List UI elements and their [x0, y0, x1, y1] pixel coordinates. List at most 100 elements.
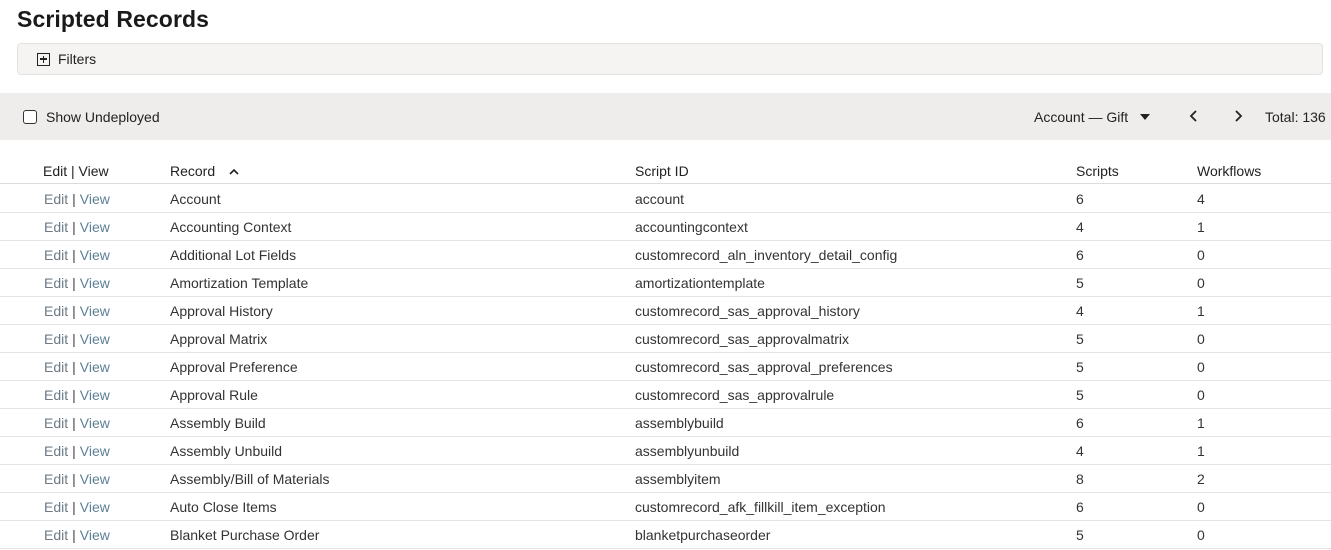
edit-view-links: Edit | View [44, 499, 110, 515]
sort-ascending-icon [229, 169, 239, 175]
scripts-count: 5 [1076, 275, 1084, 291]
script-id: customrecord_sas_approvalmatrix [635, 331, 849, 347]
link-separator: | [72, 303, 76, 319]
script-id: assemblybuild [635, 415, 724, 431]
filters-toggle[interactable]: Filters [17, 43, 1323, 75]
scripts-count: 6 [1076, 415, 1084, 431]
filters-label: Filters [58, 51, 97, 67]
edit-link[interactable]: Edit [44, 247, 68, 263]
next-page-button[interactable] [1228, 105, 1248, 127]
column-header-script-id[interactable]: Script ID [635, 163, 689, 179]
workflows-count: 0 [1197, 499, 1205, 515]
table-row: Edit | View Additional Lot Fields customreco… [0, 241, 1331, 269]
table-row: Edit | View Assembly Unbuild assemblyunbuild… [0, 437, 1331, 465]
workflows-count: 4 [1197, 191, 1205, 207]
table-row: Edit | View Approval History customrecord_sa… [0, 297, 1331, 325]
view-link[interactable]: View [80, 331, 110, 347]
edit-link[interactable]: Edit [44, 527, 68, 543]
column-header-scripts[interactable]: Scripts [1076, 163, 1119, 179]
table-row: Edit | View Approval Matrix customrecord_sas… [0, 325, 1331, 353]
workflows-count: 0 [1197, 275, 1205, 291]
edit-link[interactable]: Edit [44, 191, 68, 207]
record-name: Approval History [170, 303, 273, 319]
record-name: Approval Preference [170, 359, 298, 375]
chevron-right-icon [1235, 110, 1243, 122]
record-name: Auto Close Items [170, 499, 277, 515]
view-link[interactable]: View [80, 471, 110, 487]
record-name: Assembly Unbuild [170, 443, 283, 459]
page-title: Scripted Records [17, 6, 210, 32]
table-row: Edit | View Assembly Build assemblybuild 6 1 [0, 409, 1331, 437]
link-separator: | [72, 443, 76, 459]
edit-link[interactable]: Edit [44, 415, 68, 431]
edit-link[interactable]: Edit [44, 499, 68, 515]
show-undeployed-toggle[interactable]: Show Undeployed [23, 109, 160, 125]
workflows-count: 1 [1197, 415, 1205, 431]
edit-view-links: Edit | View [44, 219, 110, 235]
view-link[interactable]: View [80, 219, 110, 235]
scripts-count: 5 [1076, 527, 1084, 543]
workflows-count: 0 [1197, 247, 1205, 263]
column-header-edit-view: Edit | View [43, 163, 109, 179]
record-name: Account [170, 191, 221, 207]
edit-view-links: Edit | View [44, 443, 110, 459]
workflows-count: 0 [1197, 387, 1205, 403]
scripts-count: 6 [1076, 247, 1084, 263]
view-link[interactable]: View [80, 387, 110, 403]
view-link[interactable]: View [80, 359, 110, 375]
page-range-select[interactable]: Account — Gift [1034, 109, 1151, 125]
script-id: assemblyitem [635, 471, 721, 487]
view-link[interactable]: View [80, 275, 110, 291]
edit-link[interactable]: Edit [44, 331, 68, 347]
record-name: Approval Matrix [170, 331, 268, 347]
show-undeployed-checkbox[interactable] [23, 110, 37, 124]
column-header-record[interactable]: Record [170, 163, 239, 179]
edit-view-links: Edit | View [44, 303, 110, 319]
edit-link[interactable]: Edit [44, 219, 68, 235]
link-separator: | [72, 527, 76, 543]
script-id: accountingcontext [635, 219, 748, 235]
edit-view-links: Edit | View [44, 471, 110, 487]
script-id: customrecord_aln_inventory_detail_config [635, 247, 898, 263]
scripts-count: 6 [1076, 191, 1084, 207]
edit-link[interactable]: Edit [44, 359, 68, 375]
column-header-record-label: Record [170, 163, 216, 179]
link-separator: | [72, 471, 76, 487]
link-separator: | [72, 415, 76, 431]
view-link[interactable]: View [80, 443, 110, 459]
link-separator: | [72, 247, 76, 263]
view-link[interactable]: View [80, 191, 110, 207]
edit-link[interactable]: Edit [44, 275, 68, 291]
view-link[interactable]: View [80, 527, 110, 543]
column-header-workflows[interactable]: Workflows [1197, 163, 1261, 179]
workflows-count: 0 [1197, 527, 1205, 543]
record-name: Assembly/Bill of Materials [170, 471, 330, 487]
table-row: Edit | View Accounting Context accountingcon… [0, 213, 1331, 241]
previous-page-button[interactable] [1184, 105, 1204, 127]
edit-view-links: Edit | View [44, 275, 110, 291]
plus-square-icon [37, 52, 50, 66]
view-link[interactable]: View [80, 499, 110, 515]
link-separator: | [72, 191, 76, 207]
view-link[interactable]: View [80, 415, 110, 431]
scripts-count: 4 [1076, 219, 1084, 235]
records-table-body: Edit | View Account account 6 4 Edit | View Accoun… [0, 185, 1331, 549]
edit-link[interactable]: Edit [44, 471, 68, 487]
script-id: account [635, 191, 685, 207]
view-link[interactable]: View [80, 247, 110, 263]
record-name: Additional Lot Fields [170, 247, 297, 263]
link-separator: | [72, 359, 76, 375]
show-undeployed-label: Show Undeployed [46, 109, 160, 125]
edit-link[interactable]: Edit [44, 443, 68, 459]
view-link[interactable]: View [80, 303, 110, 319]
link-separator: | [72, 275, 76, 291]
script-id: customrecord_sas_approval_history [635, 303, 860, 319]
edit-link[interactable]: Edit [44, 387, 68, 403]
edit-link[interactable]: Edit [44, 303, 68, 319]
script-id: customrecord_sas_approval_preferences [635, 359, 893, 375]
record-name: Blanket Purchase Order [170, 527, 320, 543]
scripts-count: 4 [1076, 303, 1084, 319]
table-row: Edit | View Approval Preference customrecord… [0, 353, 1331, 381]
script-id: assemblyunbuild [635, 443, 740, 459]
workflows-count: 0 [1197, 359, 1205, 375]
